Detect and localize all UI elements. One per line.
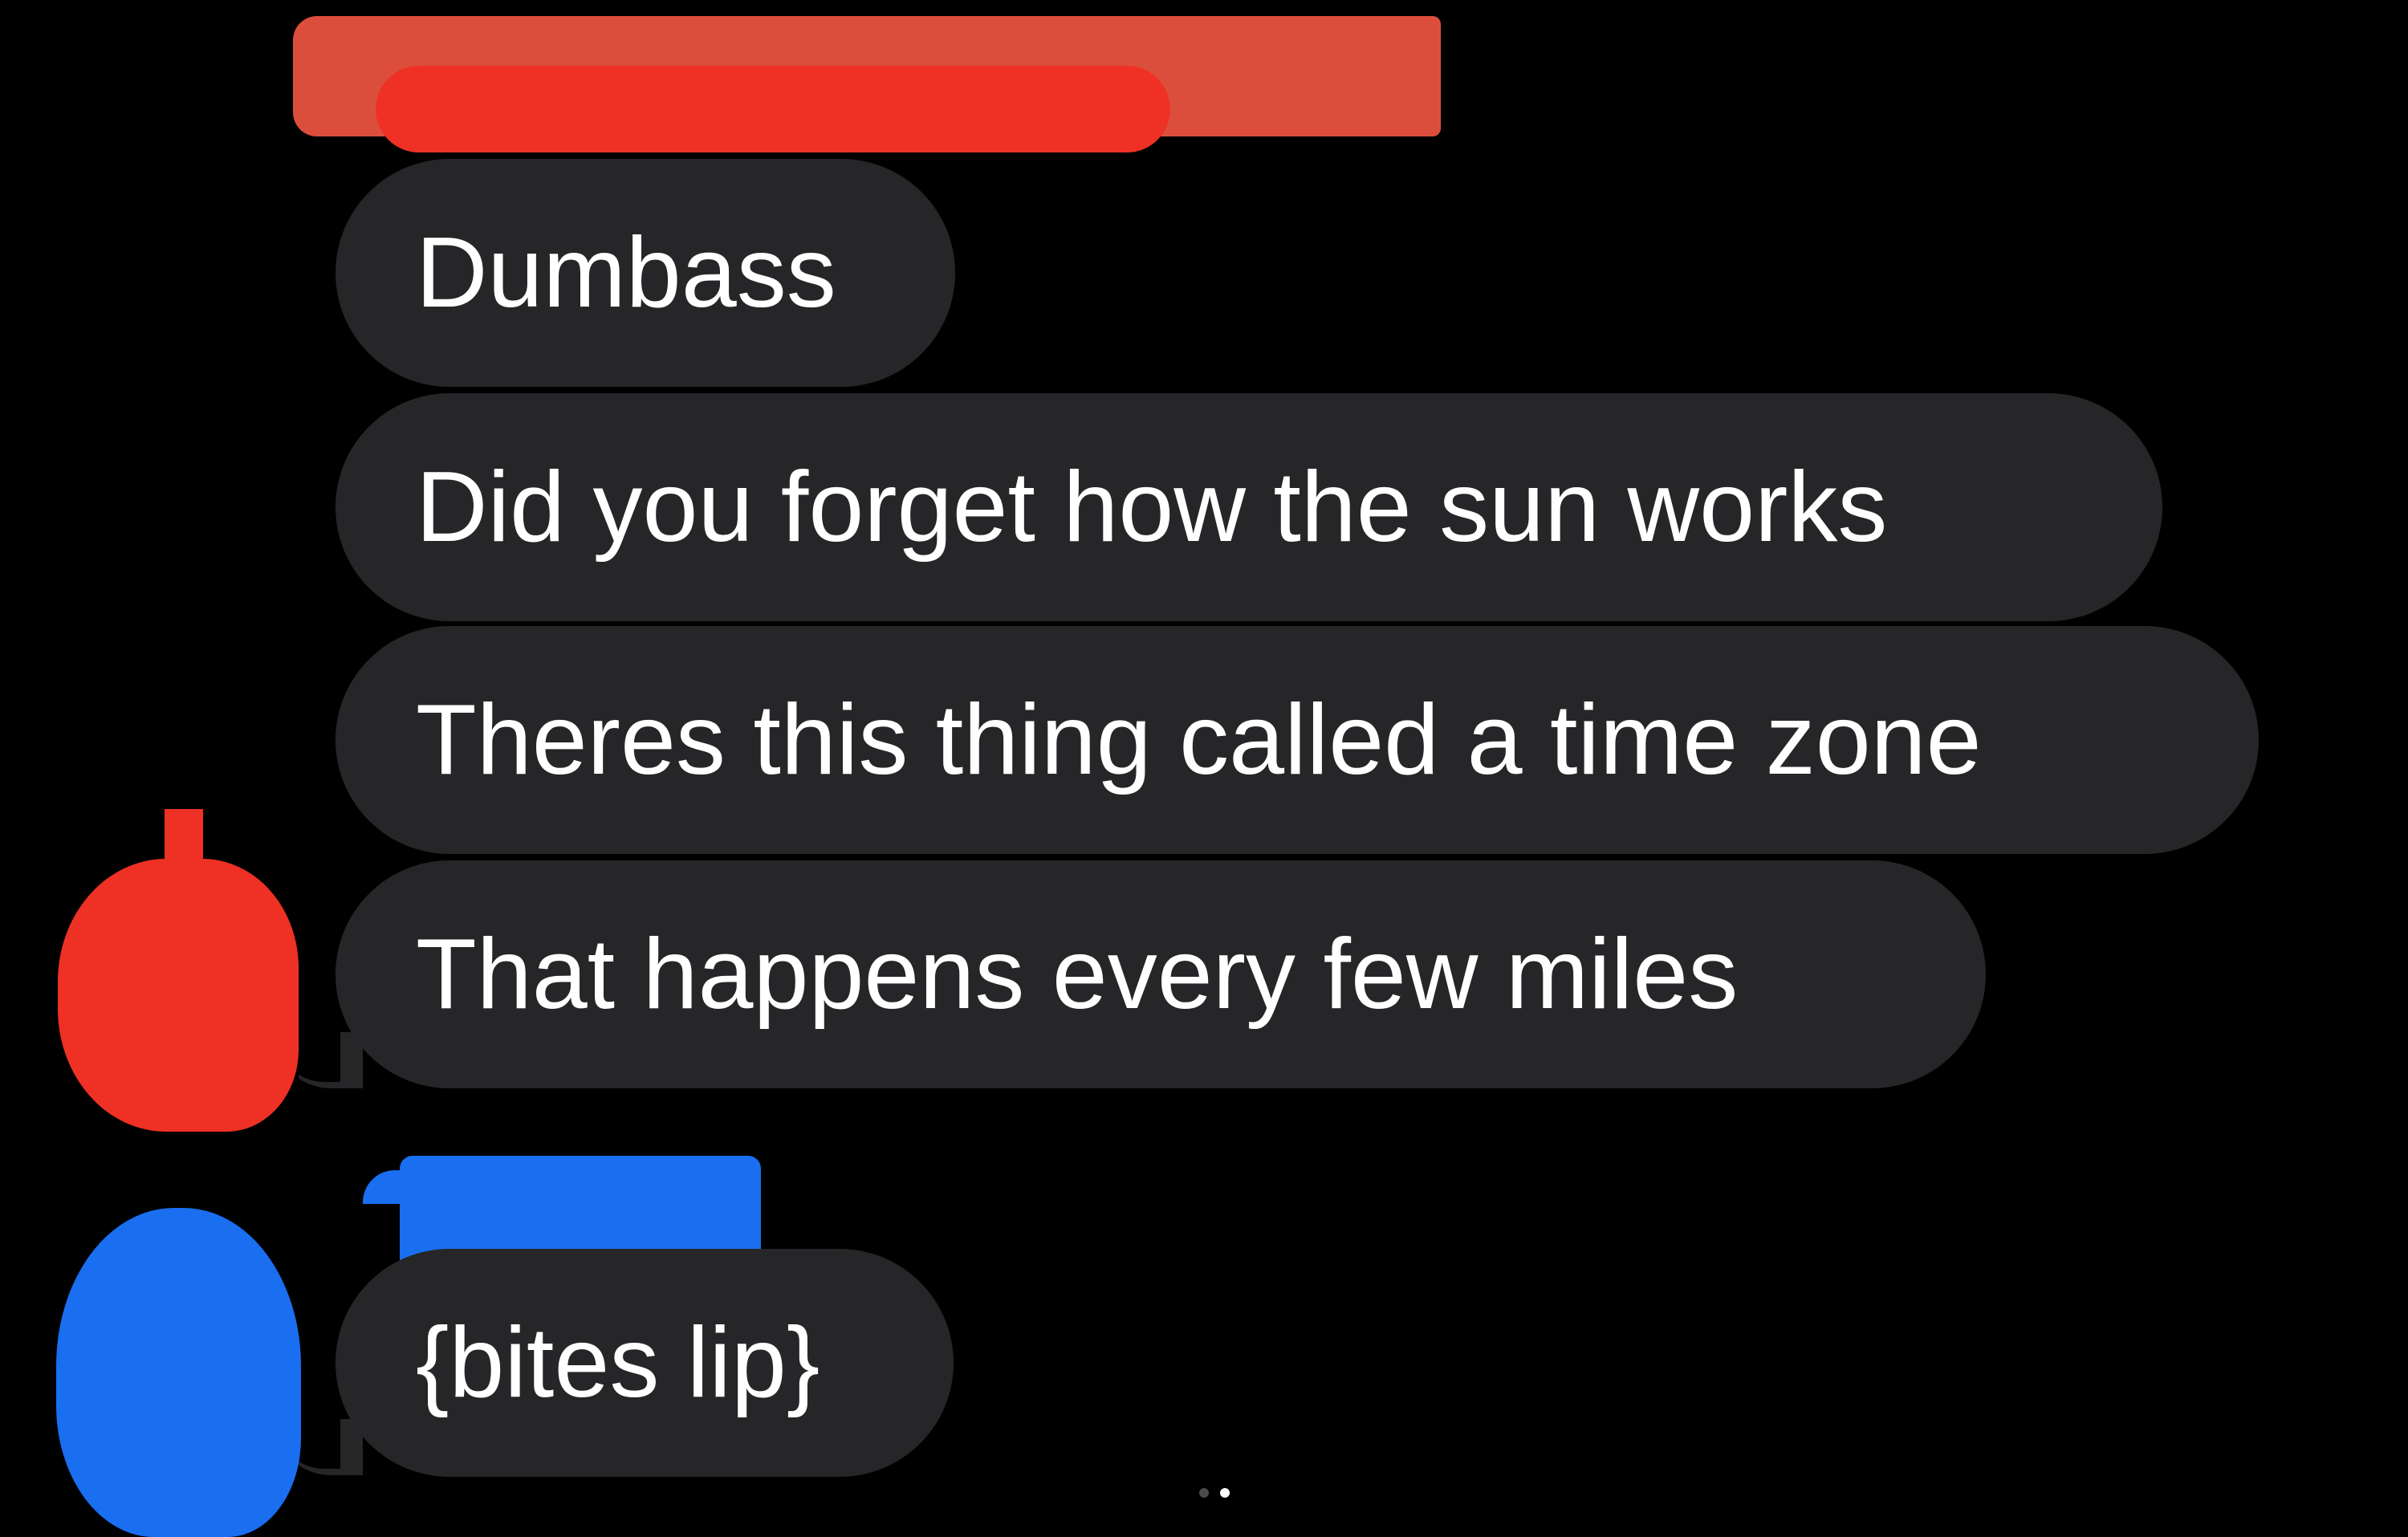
message-text: That happens every few miles bbox=[416, 919, 1739, 1030]
message-bubble[interactable]: Dumbass bbox=[336, 159, 955, 387]
redacted-sender-name-red bbox=[293, 16, 1441, 136]
message-bubble[interactable]: Did you forget how the sun works bbox=[336, 393, 2162, 621]
message-bubble[interactable]: Theres this thing called a time zone bbox=[336, 626, 2259, 854]
message-text: Theres this thing called a time zone bbox=[416, 685, 1982, 795]
message-text: Did you forget how the sun works bbox=[416, 452, 1888, 563]
page-indicator-dot-active[interactable] bbox=[1220, 1488, 1230, 1498]
message-text: Dumbass bbox=[416, 218, 836, 328]
avatar-redacted-blue-icon[interactable] bbox=[56, 1208, 301, 1537]
redacted-scribble-blue bbox=[363, 1170, 451, 1204]
bubble-tail bbox=[299, 1419, 363, 1475]
redacted-scribble-red bbox=[165, 809, 203, 921]
message-text: {bites lip} bbox=[416, 1307, 820, 1418]
avatar-redacted-red-icon[interactable] bbox=[58, 859, 299, 1132]
message-thread: Dumbass Did you forget how the sun works… bbox=[0, 0, 2408, 1537]
bubble-tail bbox=[299, 1032, 363, 1088]
message-bubble[interactable]: {bites lip} bbox=[336, 1249, 954, 1477]
page-indicator-dot[interactable] bbox=[1199, 1488, 1209, 1498]
message-bubble[interactable]: That happens every few miles bbox=[336, 860, 1986, 1088]
redacted-scribble-red bbox=[376, 66, 1170, 152]
